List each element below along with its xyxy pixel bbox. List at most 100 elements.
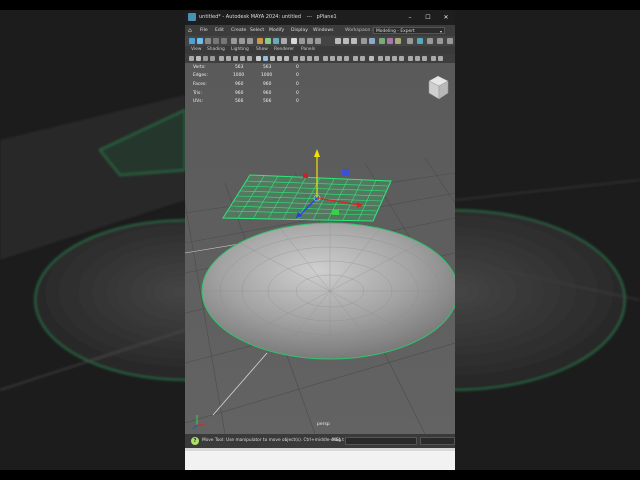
modeling-toolkit-icon[interactable]: [291, 38, 297, 44]
workspace-dropdown[interactable]: Modeling - Expert ▾: [373, 27, 445, 34]
render-settings-icon[interactable]: [281, 38, 287, 44]
resolution-icon[interactable]: [385, 56, 390, 61]
menu-modify[interactable]: Modify: [269, 25, 284, 36]
motion-blur-icon[interactable]: [307, 56, 312, 61]
viewport-menu-lighting[interactable]: Lighting: [231, 46, 249, 54]
resolution-gate-icon[interactable]: [233, 56, 238, 61]
menu-display[interactable]: Display: [291, 25, 308, 36]
tool-settings-icon[interactable]: [307, 38, 313, 44]
camera-attributes-icon[interactable]: [196, 56, 201, 61]
maya-logo-icon: [188, 13, 196, 21]
hud-value: 1000: [233, 73, 245, 78]
sculpt-icon[interactable]: [379, 38, 385, 44]
gamma-icon[interactable]: [360, 56, 365, 61]
viewport-menu-panels[interactable]: Panels: [301, 46, 315, 54]
hud-value: 960: [235, 82, 244, 87]
viewport-menu-shading[interactable]: Shading: [207, 46, 225, 54]
hud-value: 960: [235, 91, 244, 96]
snap-point-icon[interactable]: [247, 38, 253, 44]
hud-label: Verts:: [193, 65, 206, 70]
two-panel-icon[interactable]: [415, 56, 420, 61]
menu-create[interactable]: Create: [231, 25, 246, 36]
face-mode-icon[interactable]: [221, 38, 227, 44]
safe-action-icon[interactable]: [392, 56, 397, 61]
snap-curve-icon[interactable]: [239, 38, 245, 44]
window-title-text: untitled* - Autodesk MAYA 2024: untitled: [199, 14, 302, 20]
gate-mask-icon[interactable]: [240, 56, 245, 61]
soft-select-icon[interactable]: [437, 38, 443, 44]
xray-icon[interactable]: [337, 56, 342, 61]
image-plane-icon[interactable]: [210, 56, 215, 61]
uv-editor-icon[interactable]: [387, 38, 393, 44]
maximize-button[interactable]: ☐: [419, 10, 437, 25]
perspective-viewport[interactable]: Verts: 563 563 0 Edges: 1000 1000 0 Face…: [185, 63, 455, 434]
color-management-icon[interactable]: [369, 56, 374, 61]
safe-title-icon[interactable]: [399, 56, 404, 61]
shadows-icon[interactable]: [293, 56, 298, 61]
symmetry-icon[interactable]: [427, 38, 433, 44]
lights-icon[interactable]: [284, 56, 289, 61]
layout-single-icon[interactable]: [335, 38, 341, 44]
layout-four-icon[interactable]: [343, 38, 349, 44]
hud-value: 563: [235, 65, 244, 70]
minimize-button[interactable]: –: [401, 10, 419, 25]
more-tools-icon[interactable]: [447, 38, 453, 44]
select-camera-icon[interactable]: [189, 56, 194, 61]
viewport-menu-renderer[interactable]: Renderer: [274, 46, 294, 54]
hud-value: 0: [296, 65, 299, 70]
film-gate-icon[interactable]: [226, 56, 231, 61]
wireframe-icon[interactable]: [256, 56, 261, 61]
exposure-icon[interactable]: [353, 56, 358, 61]
home-icon[interactable]: ⌂: [188, 27, 192, 34]
menu-select[interactable]: Select: [250, 25, 264, 36]
menu-windows[interactable]: Windows: [313, 25, 334, 36]
attribute-editor-icon[interactable]: [299, 38, 305, 44]
selected-object-name: pPlane1: [316, 14, 337, 20]
edge-mode-icon[interactable]: [213, 38, 219, 44]
three-panel-icon[interactable]: [422, 56, 427, 61]
textured-icon[interactable]: [277, 56, 282, 61]
history-icon[interactable]: [257, 38, 263, 44]
help-icon[interactable]: ?: [191, 437, 199, 445]
menu-edit[interactable]: Edit: [215, 25, 224, 36]
camera-name-label: persp: [317, 422, 330, 427]
ambient-occlusion-icon[interactable]: [300, 56, 305, 61]
select-mode-icon[interactable]: [189, 38, 195, 44]
viewport-menu-show[interactable]: Show: [256, 46, 268, 54]
grid-toggle-icon[interactable]: [219, 56, 224, 61]
isolate-select-icon[interactable]: [330, 56, 335, 61]
viewport-more-icon[interactable]: [438, 56, 443, 61]
viewcube-icon[interactable]: [426, 74, 450, 102]
ipr-render-icon[interactable]: [273, 38, 279, 44]
depth-of-field-icon[interactable]: [323, 56, 328, 61]
channel-box-icon[interactable]: [315, 38, 321, 44]
lasso-tool-icon[interactable]: [407, 38, 413, 44]
render-icon[interactable]: [265, 38, 271, 44]
mel-command-input[interactable]: [345, 437, 417, 445]
wireframe-on-shaded-icon[interactable]: [270, 56, 275, 61]
viewport-settings-icon[interactable]: [431, 56, 436, 61]
menu-file[interactable]: File: [200, 25, 208, 36]
status-line-toolbar: [185, 36, 455, 46]
panel-layout-icon[interactable]: [408, 56, 413, 61]
mel-label[interactable]: MEL: [332, 434, 341, 448]
bookmarks-icon[interactable]: [203, 56, 208, 61]
snap-grid-icon[interactable]: [231, 38, 237, 44]
smooth-shade-icon[interactable]: [263, 56, 268, 61]
live-object-icon[interactable]: [417, 38, 423, 44]
vertex-mode-icon[interactable]: [205, 38, 211, 44]
hud-value: 566: [235, 99, 244, 104]
viewport-menu-view[interactable]: View: [191, 46, 201, 54]
hypershade-icon[interactable]: [395, 38, 401, 44]
help-text: Move Tool: Use manipulator to move objec…: [202, 438, 344, 443]
xray-joints-icon[interactable]: [344, 56, 349, 61]
object-mode-icon[interactable]: [197, 38, 203, 44]
hud-row-faces: Faces: 960 960 0: [193, 82, 313, 90]
outliner-icon[interactable]: [361, 38, 367, 44]
layout-side-icon[interactable]: [351, 38, 357, 44]
heads-up-display-icon[interactable]: [378, 56, 383, 61]
anti-aliasing-icon[interactable]: [314, 56, 319, 61]
field-chart-icon[interactable]: [247, 56, 252, 61]
close-button[interactable]: ✕: [437, 10, 455, 25]
camera-icon[interactable]: [369, 38, 375, 44]
